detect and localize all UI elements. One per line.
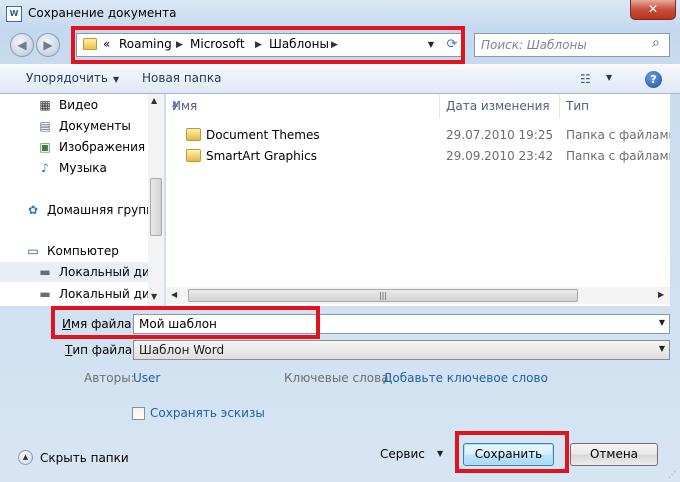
close-button[interactable]: ✕ bbox=[630, 0, 676, 20]
file-name: SmartArt Graphics bbox=[206, 149, 317, 163]
scroll-down-icon[interactable]: ▼ bbox=[151, 292, 157, 301]
nav-scrollbar[interactable]: ▲ ▼ bbox=[148, 94, 164, 306]
sort-ascending-icon: ▲ bbox=[172, 99, 179, 108]
filetype-label: Тип файла: bbox=[65, 343, 137, 357]
title-bar: W Сохранение документа ✕ bbox=[0, 0, 680, 28]
keywords-value[interactable]: Добавьте ключевое слово bbox=[383, 371, 548, 385]
local-disk-icon: ▬ bbox=[39, 287, 51, 301]
nav-item-video[interactable]: ▦ Видео bbox=[0, 95, 150, 115]
video-icon: ▦ bbox=[39, 98, 51, 112]
authors-label: Авторы: bbox=[84, 371, 135, 385]
save-dialog: W Сохранение документа ✕ ◀ ▶ « Roaming ▶… bbox=[0, 0, 680, 482]
forward-arrow-icon: ▶ bbox=[43, 38, 53, 52]
chevron-down-icon[interactable]: ▼ bbox=[437, 449, 443, 458]
save-thumbnails-checkbox[interactable] bbox=[132, 407, 145, 420]
cancel-button[interactable]: Отмена bbox=[570, 443, 658, 466]
address-highlight-box bbox=[71, 26, 465, 64]
nav-item-music[interactable]: ♪ Музыка bbox=[0, 158, 150, 178]
column-header-type[interactable]: Тип bbox=[560, 94, 670, 118]
nav-item-label: Музыка bbox=[59, 161, 107, 175]
nav-item-images[interactable]: ▣ Изображения bbox=[0, 137, 150, 157]
file-date: 29.07.2010 19:25 bbox=[446, 128, 554, 142]
collapse-icon[interactable]: ▲ bbox=[18, 450, 33, 465]
view-options-icon[interactable]: ☷ bbox=[580, 72, 596, 86]
nav-item-label: Документы bbox=[59, 119, 131, 133]
local-disk-icon: ▬ bbox=[39, 265, 51, 279]
column-header-name[interactable]: Имя ▲ bbox=[166, 94, 440, 118]
hide-folders-button[interactable]: Скрыть папки bbox=[40, 451, 129, 465]
column-label: Дата изменения bbox=[446, 99, 550, 113]
nav-item-label: Локальный диск bbox=[59, 287, 150, 301]
scroll-left-icon[interactable]: ◀ bbox=[171, 290, 177, 299]
chevron-down-icon[interactable]: ▼ bbox=[606, 73, 612, 82]
folder-icon bbox=[186, 149, 201, 162]
scroll-right-icon[interactable]: ▶ bbox=[658, 290, 664, 299]
documents-icon: ▤ bbox=[39, 119, 51, 133]
toolbar: Упорядочить ▼ Новая папка ☷ ▼ ? bbox=[0, 64, 680, 94]
file-type: Папка с файлами bbox=[566, 149, 670, 163]
save-highlight-box bbox=[455, 431, 569, 473]
nav-item-label: Изображения bbox=[59, 140, 146, 154]
chevron-down-icon: ▼ bbox=[658, 344, 665, 353]
images-icon: ▣ bbox=[39, 140, 51, 154]
music-icon: ♪ bbox=[41, 161, 49, 175]
nav-item-label: Локальный диск bbox=[59, 265, 150, 279]
file-date: 29.09.2010 23:42 bbox=[446, 149, 554, 163]
back-button[interactable]: ◀ bbox=[10, 33, 34, 57]
nav-item-label: Компьютер bbox=[47, 244, 119, 258]
nav-item-computer[interactable]: ▭ Компьютер bbox=[0, 241, 150, 261]
file-row[interactable]: SmartArt Graphics 29.09.2010 23:42 Папка… bbox=[166, 146, 670, 166]
scrollbar-thumb[interactable] bbox=[150, 178, 162, 236]
new-folder-button[interactable]: Новая папка bbox=[142, 71, 221, 85]
service-button[interactable]: Сервис bbox=[380, 447, 425, 461]
computer-icon: ▭ bbox=[27, 244, 39, 258]
word-app-icon: W bbox=[6, 6, 22, 22]
resize-grip-icon[interactable]: ⋰ bbox=[668, 470, 676, 479]
organize-button[interactable]: Упорядочить ▼ bbox=[26, 71, 119, 85]
nav-item-label: Домашняя группа bbox=[47, 203, 150, 217]
forward-button[interactable]: ▶ bbox=[36, 33, 60, 57]
filename-highlight-box bbox=[51, 306, 320, 339]
nav-item-local-disk-c[interactable]: ▬ Локальный диск bbox=[0, 262, 150, 282]
file-type: Папка с файлами bbox=[566, 128, 670, 142]
column-label: Тип bbox=[566, 99, 589, 113]
back-arrow-icon: ◀ bbox=[17, 38, 27, 52]
organize-label: Упорядочить bbox=[26, 71, 108, 85]
search-placeholder: Поиск: Шаблоны bbox=[481, 38, 587, 52]
column-header-date[interactable]: Дата изменения bbox=[440, 94, 560, 118]
file-name: Document Themes bbox=[206, 128, 320, 142]
keywords-label: Ключевые слова: bbox=[284, 371, 393, 385]
chevron-down-icon[interactable]: ▼ bbox=[659, 318, 665, 327]
search-input[interactable]: Поиск: Шаблоны ⌕ bbox=[474, 33, 670, 57]
file-row[interactable]: Document Themes 29.07.2010 19:25 Папка с… bbox=[166, 125, 670, 145]
filetype-select[interactable]: Шаблон Word ▼ bbox=[133, 340, 670, 360]
authors-value[interactable]: User bbox=[133, 371, 160, 385]
filetype-value: Шаблон Word bbox=[139, 343, 225, 357]
homegroup-icon: ✿ bbox=[27, 203, 39, 217]
nav-item-label: Видео bbox=[59, 98, 99, 112]
chevron-down-icon: ▼ bbox=[112, 75, 120, 84]
folder-icon bbox=[186, 128, 201, 141]
scrollbar-thumb[interactable]: ||| bbox=[188, 289, 578, 302]
nav-item-documents[interactable]: ▤ Документы bbox=[0, 116, 150, 136]
horizontal-scrollbar[interactable]: ◀ ||| ▶ bbox=[166, 287, 670, 304]
nav-item-local-disk-d[interactable]: ▬ Локальный диск bbox=[0, 284, 150, 304]
save-thumbnails-label[interactable]: Сохранять эскизы bbox=[150, 406, 265, 420]
scroll-up-icon[interactable]: ▲ bbox=[151, 96, 157, 105]
search-icon[interactable]: ⌕ bbox=[652, 35, 660, 51]
help-icon[interactable]: ? bbox=[645, 71, 662, 88]
navigation-pane: ▦ Видео ▤ Документы ▣ Изображения ♪ Музы… bbox=[0, 94, 165, 306]
nav-item-homegroup[interactable]: ✿ Домашняя группа bbox=[0, 200, 150, 220]
file-list: Имя ▲ Дата изменения Тип Document Themes… bbox=[166, 94, 670, 306]
window-title: Сохранение документа bbox=[28, 6, 177, 20]
